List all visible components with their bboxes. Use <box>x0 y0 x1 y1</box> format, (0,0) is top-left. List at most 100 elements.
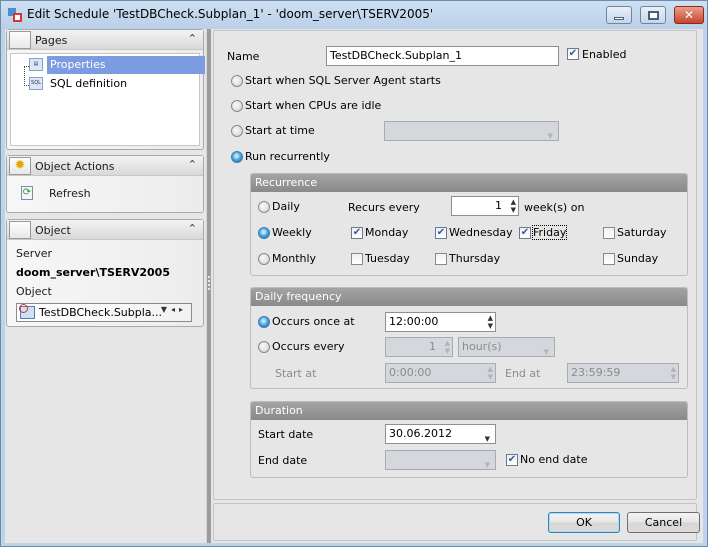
checkmark-icon: ✔ <box>507 454 517 465</box>
recurs-every-unit: week(s) on <box>524 201 585 214</box>
collapse-chevron-icon[interactable]: ⌃ <box>188 222 197 235</box>
object-nav-arrows-icon[interactable]: ▼◂▸ <box>161 305 187 314</box>
pages-tree: ▤ Properties SQL SQL definition <box>10 53 205 146</box>
start-at-time-field[interactable]: 0:00:00 ▲ ▼ <box>385 363 496 383</box>
minimize-button[interactable] <box>606 6 632 24</box>
refresh-action[interactable]: ⟳ Refresh <box>21 184 191 204</box>
occurs-once-radio[interactable] <box>258 316 270 328</box>
splitter-grip <box>208 276 210 278</box>
end-at-time-field[interactable]: 23:59:59 ▲ ▼ <box>567 363 679 383</box>
object-panel-title: Object <box>35 224 71 237</box>
maximize-icon <box>647 10 659 20</box>
edit-schedule-window: Edit Schedule 'TestDBCheck.Subplan_1' - … <box>0 0 708 547</box>
recurs-every-spinner[interactable]: 1 ▲ ▼ <box>451 196 519 216</box>
run-recurrently-radio[interactable] <box>231 151 243 163</box>
spin-arrows-icon[interactable]: ▲ ▼ <box>488 365 493 381</box>
recurs-every-label: Recurs every <box>348 201 420 214</box>
sql-icon: SQL <box>29 77 43 90</box>
object-icon <box>9 221 31 239</box>
spin-arrows-icon[interactable]: ▲ ▼ <box>445 339 450 355</box>
ok-button[interactable]: OK <box>548 512 620 533</box>
minimize-icon <box>614 16 624 20</box>
pages-panel-title: Pages <box>35 34 68 47</box>
start-at-label: Start at <box>275 367 317 380</box>
start-idle-radio[interactable] <box>231 100 243 112</box>
collapse-chevron-icon[interactable]: ⌃ <box>188 158 197 171</box>
weekly-label: Weekly <box>272 226 312 239</box>
start-at-time-value: 0:00:00 <box>389 366 432 379</box>
start-date-picker[interactable]: 30.06.2012 ▼ <box>385 424 496 444</box>
object-label: Object <box>16 285 52 298</box>
thursday-checkbox[interactable] <box>435 253 447 265</box>
object-selector-value: TestDBCheck.Subpla... <box>39 306 163 319</box>
occurs-every-unit-select[interactable]: hour(s) ▼ <box>458 337 555 357</box>
occurs-every-unit-value: hour(s) <box>462 340 502 353</box>
occurs-every-spinner[interactable]: 1 ▲ ▼ <box>385 337 453 357</box>
daily-frequency-group: Daily frequency Occurs once at 12:00:00 ▲… <box>250 287 688 389</box>
tree-connector <box>24 66 25 86</box>
start-agent-radio[interactable] <box>231 75 243 87</box>
properties-icon: ▤ <box>29 58 43 71</box>
thursday-label: Thursday <box>449 252 501 265</box>
object-selector[interactable]: TestDBCheck.Subpla... ▼◂▸ <box>16 303 192 322</box>
weekly-radio[interactable] <box>258 227 270 239</box>
wednesday-checkbox[interactable]: ✔ <box>435 227 447 239</box>
server-value: doom_server\TSERV2005 <box>16 266 170 279</box>
checkmark-icon: ✔ <box>352 227 362 238</box>
start-at-time-radio[interactable] <box>231 125 243 137</box>
object-actions-header[interactable]: ✹ Object Actions ⌃ <box>7 156 203 176</box>
cancel-button[interactable]: Cancel <box>627 512 700 533</box>
refresh-label: Refresh <box>49 187 91 200</box>
duration-group: Duration Start date 30.06.2012 ▼ End date… <box>250 401 688 478</box>
schedule-form: Name TestDBCheck.Subplan_1 ✔ Enabled Sta… <box>213 30 697 500</box>
pages-panel-header[interactable]: Pages ⌃ <box>7 30 203 50</box>
title-bar[interactable]: Edit Schedule 'TestDBCheck.Subplan_1' - … <box>1 1 707 29</box>
object-panel: Object ⌃ Server doom_server\TSERV2005 Ob… <box>6 219 204 327</box>
duration-title: Duration <box>251 402 687 420</box>
occurs-every-radio[interactable] <box>258 341 270 353</box>
dropdown-arrow-icon: ▼ <box>543 348 549 356</box>
start-at-time-label: Start at time <box>245 124 315 137</box>
friday-label: Friday <box>531 225 568 240</box>
end-date-label: End date <box>258 454 308 467</box>
object-panel-header[interactable]: Object ⌃ <box>7 220 203 240</box>
occurs-once-time-input[interactable]: 12:00:00 ▲ ▼ <box>385 312 496 332</box>
tree-item-properties[interactable]: Properties <box>47 56 205 74</box>
monthly-radio[interactable] <box>258 253 270 265</box>
daily-radio[interactable] <box>258 201 270 213</box>
pages-panel: Pages ⌃ ▤ Properties SQL SQL definition <box>6 29 205 150</box>
recurrence-group: Recurrence Daily Weekly Monthly Recurs e… <box>250 173 688 276</box>
server-label: Server <box>16 247 53 260</box>
spin-arrows-icon[interactable]: ▲ ▼ <box>511 198 516 214</box>
end-at-time-value: 23:59:59 <box>571 366 621 379</box>
close-button[interactable]: ✕ <box>674 6 704 24</box>
collapse-chevron-icon[interactable]: ⌃ <box>188 32 197 45</box>
enabled-label: Enabled <box>582 48 627 61</box>
friday-checkbox[interactable]: ✔ <box>519 227 531 239</box>
splitter-grip <box>208 288 210 290</box>
spin-arrows-icon[interactable]: ▲ ▼ <box>671 365 676 381</box>
daily-label: Daily <box>272 200 300 213</box>
monday-checkbox[interactable]: ✔ <box>351 227 363 239</box>
no-end-date-checkbox[interactable]: ✔ <box>506 454 518 466</box>
tree-item-sql-definition[interactable]: SQL definition <box>47 75 205 93</box>
enabled-checkbox[interactable]: ✔ <box>567 48 579 60</box>
maximize-button[interactable] <box>640 6 666 24</box>
sunday-checkbox[interactable] <box>603 253 615 265</box>
occurs-once-time-value: 12:00:00 <box>389 315 439 328</box>
schedule-object-icon <box>19 304 35 319</box>
checkmark-icon: ✔ <box>436 227 446 238</box>
app-icon <box>7 7 23 23</box>
end-date-picker[interactable]: ▼ <box>385 450 496 470</box>
wednesday-label: Wednesday <box>449 226 513 239</box>
start-idle-label: Start when CPUs are idle <box>245 99 382 112</box>
splitter-grip <box>208 280 210 282</box>
dropdown-arrow-icon: ▼ <box>484 461 490 469</box>
saturday-checkbox[interactable] <box>603 227 615 239</box>
splitter-grip <box>208 284 210 286</box>
name-input[interactable]: TestDBCheck.Subplan_1 <box>326 46 559 66</box>
tuesday-checkbox[interactable] <box>351 253 363 265</box>
spin-arrows-icon[interactable]: ▲ ▼ <box>488 314 493 330</box>
start-at-time-input[interactable]: ▼ <box>384 121 559 141</box>
dropdown-arrow-icon: ▼ <box>547 132 553 140</box>
